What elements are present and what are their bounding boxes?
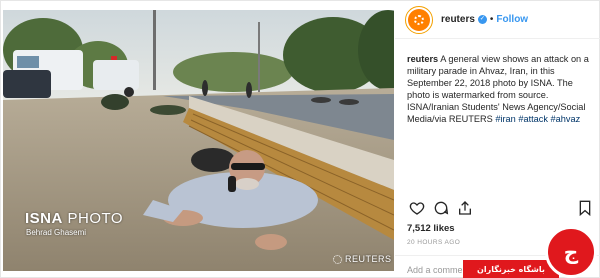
follow-button[interactable]: Follow	[496, 14, 528, 25]
reuters-logo-icon	[333, 254, 342, 264]
post-header: reuters ✓ • Follow	[395, 1, 600, 39]
share-icon[interactable]	[457, 200, 473, 216]
separator: •	[489, 14, 494, 25]
username-link[interactable]: reuters	[441, 14, 475, 25]
comment-icon[interactable]	[433, 200, 449, 216]
bookmark-icon[interactable]	[577, 200, 593, 217]
post-timestamp[interactable]: 20 HOURS AGO	[407, 239, 460, 246]
post-photo[interactable]: ISNA PHOTO Behrad Ghasemi REUTERS	[3, 10, 394, 271]
like-count[interactable]: 7,512 likes	[407, 223, 455, 234]
site-logo-icon: ج	[545, 226, 597, 278]
hashtag-ahvaz[interactable]: #ahvaz	[551, 114, 581, 124]
post-caption: reuters A general view shows an attack o…	[407, 53, 595, 125]
isna-watermark: ISNA PHOTO	[25, 210, 124, 227]
site-name-badge: باشگاه خبرنگاران	[463, 260, 559, 278]
reuters-watermark: REUTERS	[333, 254, 392, 264]
caption-username[interactable]: reuters	[407, 54, 438, 64]
reuters-logo-icon	[408, 8, 430, 31]
photo-credit: Behrad Ghasemi	[26, 228, 87, 237]
hashtag-attack[interactable]: #attack	[518, 114, 548, 124]
hashtag-iran[interactable]: #iran	[495, 114, 515, 124]
heart-icon[interactable]	[409, 200, 425, 216]
avatar[interactable]	[405, 5, 433, 34]
instagram-post: ISNA PHOTO Behrad Ghasemi REUTERS reuter…	[0, 0, 600, 278]
verified-badge-icon: ✓	[477, 15, 487, 24]
post-actions	[407, 200, 595, 218]
